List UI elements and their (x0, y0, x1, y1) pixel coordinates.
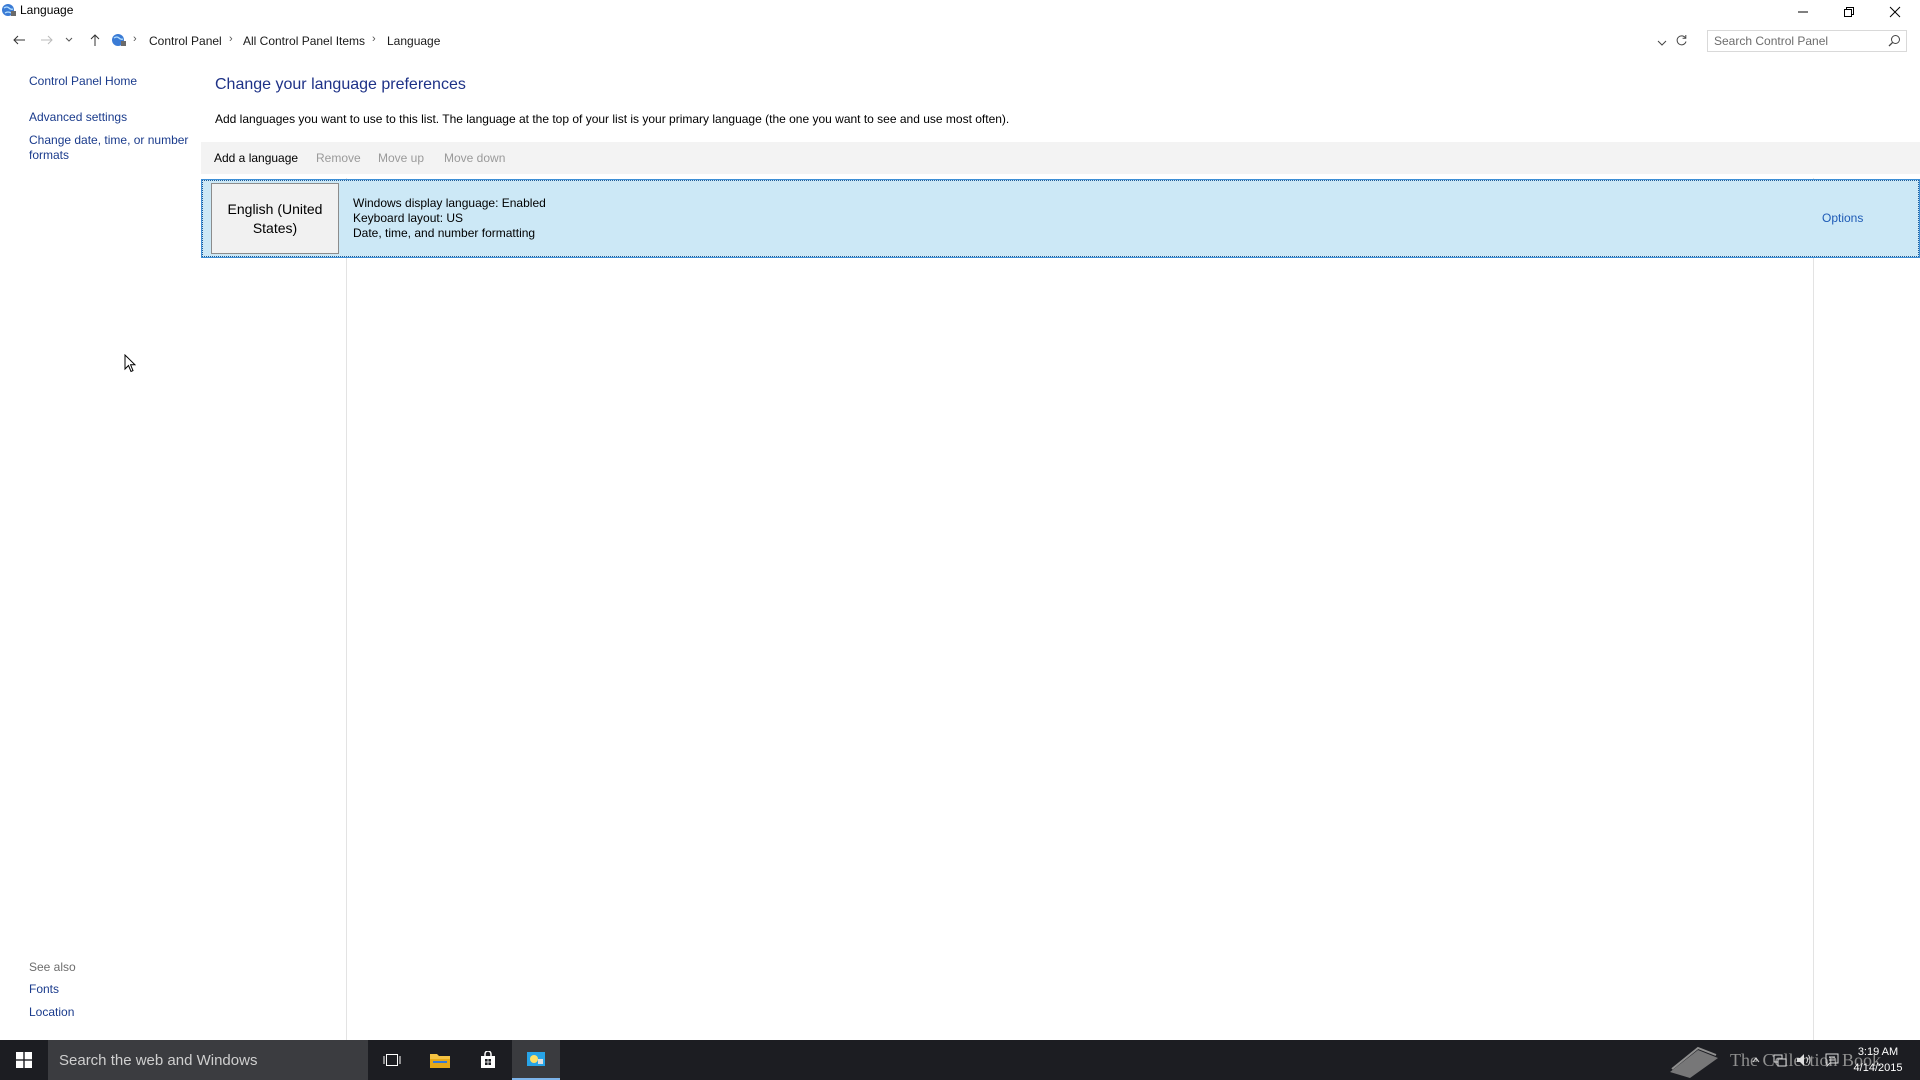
language-name: English (United States) (227, 200, 323, 236)
column-divider (1813, 178, 1814, 1040)
location-link[interactable]: Location (29, 1005, 74, 1020)
mouse-cursor-icon (124, 353, 137, 376)
language-list-item[interactable]: English (United States) Windows display … (201, 179, 1920, 258)
arrow-left-icon (13, 35, 25, 45)
breadcrumb-separator[interactable]: › (372, 33, 376, 45)
file-explorer-button[interactable] (416, 1040, 464, 1080)
formatting-status: Date, time, and number formatting (353, 226, 536, 240)
refresh-icon (1676, 35, 1687, 46)
forward-button[interactable] (36, 29, 58, 51)
task-view-button[interactable] (368, 1040, 416, 1080)
maximize-button[interactable] (1826, 0, 1872, 23)
task-view-icon (383, 1054, 401, 1066)
navigation-bar: › Control Panel › All Control Panel Item… (0, 25, 1920, 55)
address-history-button[interactable] (1657, 36, 1667, 50)
chevron-up-icon (1752, 1057, 1760, 1063)
chevron-down-icon (65, 37, 73, 42)
move-down-button[interactable]: Move down (444, 151, 505, 165)
chevron-down-icon (1657, 40, 1667, 46)
breadcrumb-language[interactable]: Language (387, 34, 440, 48)
fonts-link[interactable]: Fonts (29, 982, 59, 997)
breadcrumb-all-items[interactable]: All Control Panel Items (243, 34, 365, 48)
minimize-icon (1798, 11, 1808, 12)
taskbar-search-box[interactable]: Search the web and Windows (48, 1040, 368, 1080)
control-panel-globe-icon (527, 1052, 545, 1066)
network-button[interactable] (1772, 1052, 1788, 1068)
minimize-button[interactable] (1780, 0, 1826, 23)
search-button[interactable] (1888, 34, 1901, 50)
up-button[interactable] (84, 29, 106, 51)
breadcrumb-separator[interactable]: › (133, 33, 137, 45)
close-button[interactable] (1872, 0, 1918, 23)
book-logo-icon (1670, 1046, 1718, 1078)
control-panel-globe-icon (1, 2, 17, 18)
store-button[interactable] (464, 1040, 512, 1080)
arrow-up-icon (90, 34, 100, 46)
see-also-heading: See also (29, 960, 76, 974)
folder-icon (430, 1054, 450, 1068)
taskbar-clock[interactable]: 3:19 AM 4/14/2015 (1848, 1044, 1908, 1076)
search-box[interactable] (1707, 30, 1907, 52)
clock-date: 4/14/2015 (1853, 1062, 1903, 1074)
advanced-settings-link[interactable]: Advanced settings (29, 110, 127, 125)
windows-logo-icon (16, 1052, 32, 1068)
start-button[interactable] (0, 1040, 48, 1080)
network-icon (1773, 1054, 1787, 1067)
control-panel-home-link[interactable]: Control Panel Home (29, 74, 137, 89)
move-up-button[interactable]: Move up (378, 151, 424, 165)
restore-icon (1844, 6, 1854, 17)
language-tile[interactable]: English (United States) (211, 183, 339, 254)
change-date-time-formats-link[interactable]: Change date, time, or number formats (29, 133, 194, 163)
speaker-icon (1797, 1054, 1811, 1066)
control-panel-taskbar-button[interactable] (512, 1040, 560, 1080)
address-bar[interactable]: › Control Panel › All Control Panel Item… (107, 30, 1687, 52)
page-description: Add languages you want to use to this li… (215, 112, 1010, 126)
title-bar[interactable]: Language (0, 0, 1920, 23)
recent-locations-button[interactable] (62, 29, 76, 51)
remove-button[interactable]: Remove (316, 151, 361, 165)
store-bag-icon (481, 1051, 495, 1068)
page-title: Change your language preferences (215, 76, 466, 93)
control-panel-globe-icon (111, 32, 127, 51)
column-divider (346, 178, 347, 1040)
arrow-right-icon (41, 35, 53, 45)
window-title: Language (20, 3, 74, 17)
action-center-button[interactable] (1824, 1052, 1840, 1068)
taskbar-search-placeholder: Search the web and Windows (59, 1052, 258, 1069)
volume-button[interactable] (1796, 1052, 1812, 1068)
language-toolbar: Add a language Remove Move up Move down (201, 142, 1920, 174)
breadcrumb-separator[interactable]: › (229, 33, 233, 45)
display-language-status: Windows display language: Enabled (353, 196, 546, 210)
notification-icon (1825, 1053, 1839, 1067)
left-pane: Control Panel Home Advanced settings Cha… (0, 56, 200, 1040)
add-language-button[interactable]: Add a language (214, 151, 298, 165)
clock-time: 3:19 AM (1857, 1046, 1899, 1058)
close-icon (1889, 6, 1901, 17)
show-hidden-icons-button[interactable] (1748, 1052, 1764, 1068)
back-button[interactable] (8, 29, 30, 51)
language-options-link[interactable]: Options (1822, 211, 1863, 225)
search-icon (1888, 35, 1900, 47)
keyboard-layout-status: Keyboard layout: US (353, 211, 464, 225)
search-input[interactable] (1714, 33, 1874, 48)
breadcrumb-control-panel[interactable]: Control Panel (149, 34, 222, 48)
taskbar: Search the web and Windows The Collectio… (0, 1040, 1920, 1080)
refresh-button[interactable] (1675, 34, 1688, 50)
